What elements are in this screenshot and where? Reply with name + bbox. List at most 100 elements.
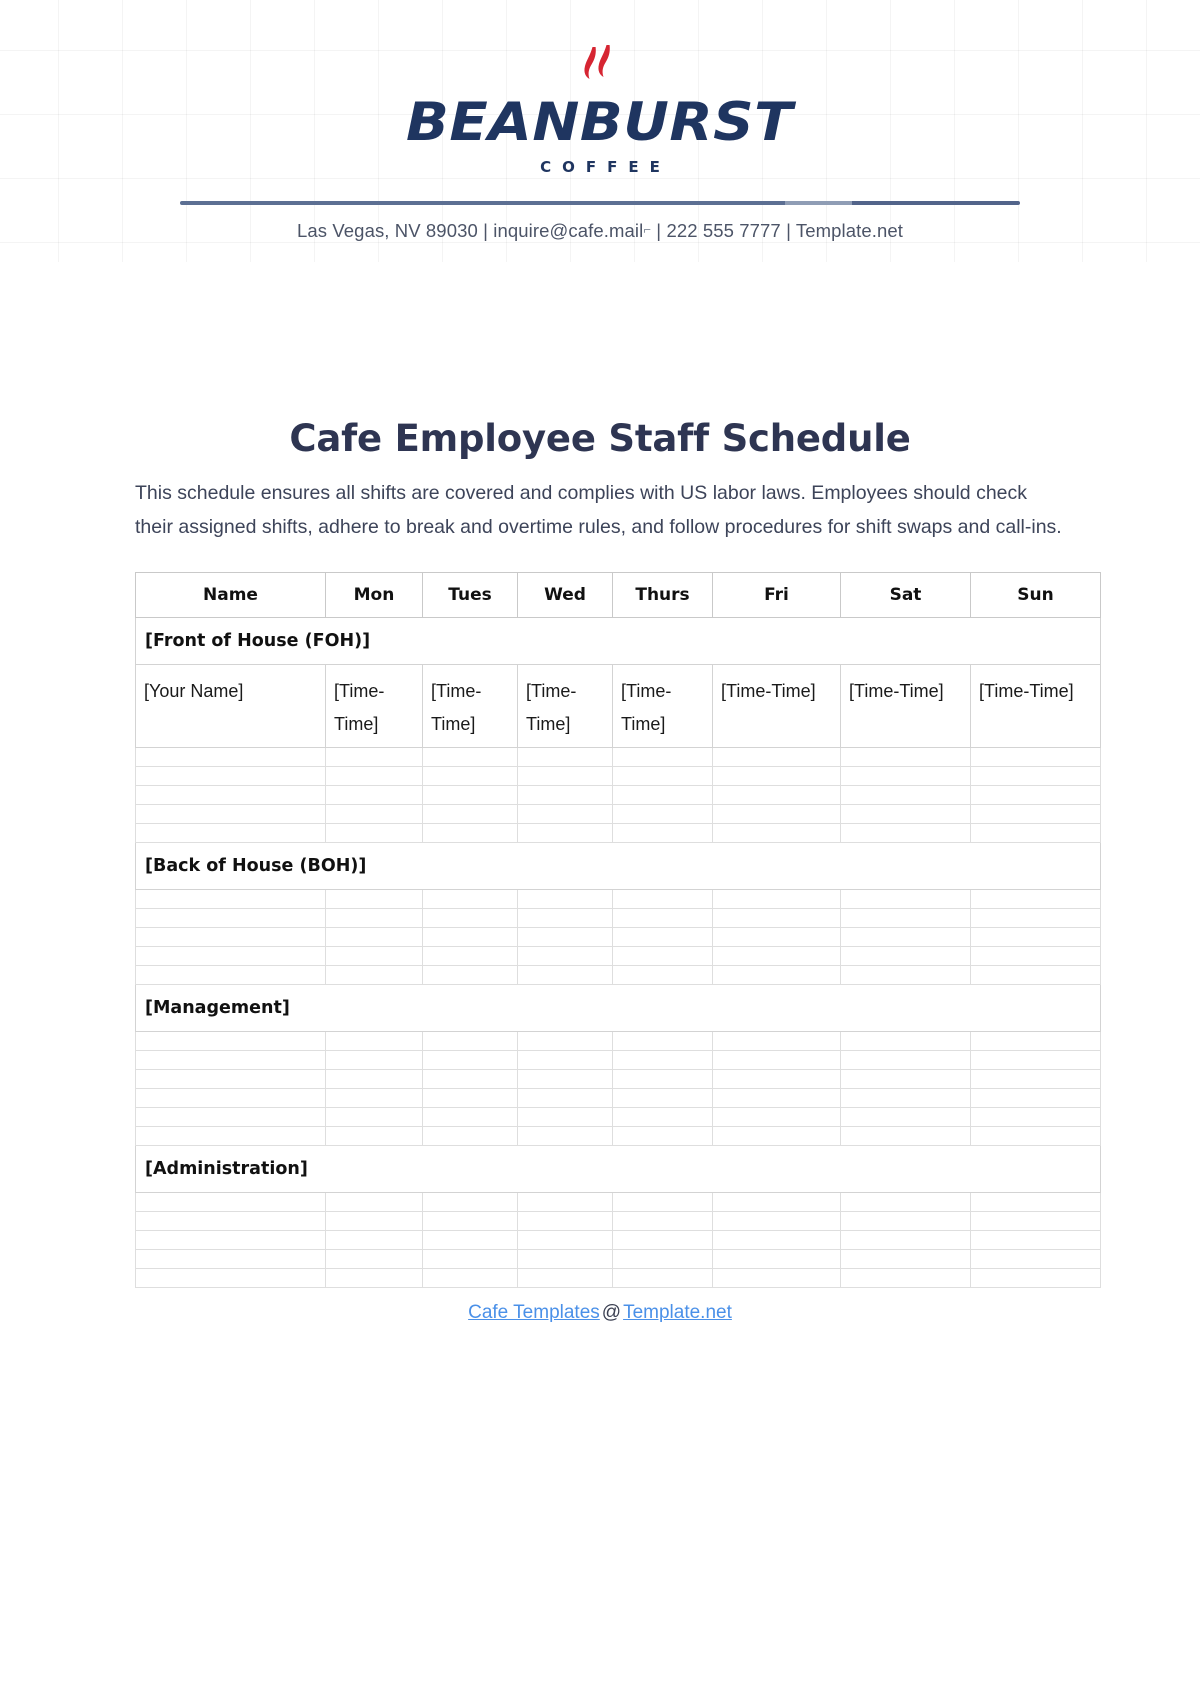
empty-shift-cell[interactable] [840, 908, 971, 929]
empty-table-row[interactable] [135, 1211, 1101, 1232]
empty-shift-cell[interactable] [325, 1031, 423, 1052]
shift-cell[interactable]: [Time-Time] [422, 664, 518, 749]
empty-shift-cell[interactable] [422, 1107, 518, 1128]
empty-shift-cell[interactable] [612, 1107, 713, 1128]
empty-shift-cell[interactable] [422, 965, 518, 986]
empty-shift-cell[interactable] [840, 1088, 971, 1109]
shift-cell[interactable]: [Time-Time] [970, 664, 1101, 749]
empty-shift-cell[interactable] [517, 785, 613, 806]
empty-shift-cell[interactable] [325, 747, 423, 768]
empty-shift-cell[interactable] [712, 889, 841, 910]
empty-shift-cell[interactable] [970, 965, 1101, 986]
empty-shift-cell[interactable] [422, 1126, 518, 1147]
empty-shift-cell[interactable] [970, 1050, 1101, 1071]
empty-shift-cell[interactable] [712, 1050, 841, 1071]
shift-cell[interactable]: [Time-Time] [325, 664, 423, 749]
empty-table-row[interactable] [135, 766, 1101, 787]
empty-shift-cell[interactable] [422, 927, 518, 948]
empty-shift-cell[interactable] [840, 889, 971, 910]
empty-name-cell[interactable] [135, 1107, 326, 1128]
empty-shift-cell[interactable] [422, 785, 518, 806]
empty-shift-cell[interactable] [422, 747, 518, 768]
empty-shift-cell[interactable] [422, 889, 518, 910]
empty-shift-cell[interactable] [517, 1088, 613, 1109]
empty-shift-cell[interactable] [840, 1050, 971, 1071]
empty-table-row[interactable] [135, 946, 1101, 967]
empty-table-row[interactable] [135, 1192, 1101, 1213]
empty-shift-cell[interactable] [970, 1211, 1101, 1232]
empty-shift-cell[interactable] [970, 927, 1101, 948]
empty-shift-cell[interactable] [517, 1107, 613, 1128]
empty-table-row[interactable] [135, 1088, 1101, 1109]
empty-shift-cell[interactable] [325, 1050, 423, 1071]
empty-shift-cell[interactable] [840, 804, 971, 825]
empty-shift-cell[interactable] [325, 1268, 423, 1289]
empty-table-row[interactable] [135, 908, 1101, 929]
empty-shift-cell[interactable] [612, 946, 713, 967]
empty-name-cell[interactable] [135, 1069, 326, 1090]
empty-shift-cell[interactable] [840, 766, 971, 787]
empty-shift-cell[interactable] [712, 766, 841, 787]
empty-shift-cell[interactable] [325, 823, 423, 844]
shift-cell[interactable]: [Time-Time] [712, 664, 841, 749]
empty-shift-cell[interactable] [422, 1031, 518, 1052]
empty-shift-cell[interactable] [712, 1126, 841, 1147]
empty-shift-cell[interactable] [325, 766, 423, 787]
empty-shift-cell[interactable] [712, 1088, 841, 1109]
empty-shift-cell[interactable] [612, 747, 713, 768]
empty-name-cell[interactable] [135, 785, 326, 806]
empty-table-row[interactable] [135, 1249, 1101, 1270]
empty-shift-cell[interactable] [840, 1211, 971, 1232]
empty-shift-cell[interactable] [612, 1088, 713, 1109]
empty-name-cell[interactable] [135, 1249, 326, 1270]
empty-shift-cell[interactable] [517, 965, 613, 986]
employee-name-cell[interactable]: [Your Name] [135, 664, 326, 749]
empty-shift-cell[interactable] [970, 1249, 1101, 1270]
empty-name-cell[interactable] [135, 1088, 326, 1109]
template-net-link[interactable]: Template.net [623, 1302, 732, 1323]
empty-name-cell[interactable] [135, 766, 326, 787]
empty-shift-cell[interactable] [517, 908, 613, 929]
empty-shift-cell[interactable] [840, 1268, 971, 1289]
empty-shift-cell[interactable] [612, 1031, 713, 1052]
empty-shift-cell[interactable] [325, 1249, 423, 1270]
empty-shift-cell[interactable] [612, 1211, 713, 1232]
empty-shift-cell[interactable] [712, 946, 841, 967]
empty-shift-cell[interactable] [840, 747, 971, 768]
empty-shift-cell[interactable] [325, 946, 423, 967]
empty-shift-cell[interactable] [517, 889, 613, 910]
empty-shift-cell[interactable] [422, 804, 518, 825]
empty-shift-cell[interactable] [840, 1192, 971, 1213]
empty-shift-cell[interactable] [325, 1107, 423, 1128]
empty-shift-cell[interactable] [840, 927, 971, 948]
empty-shift-cell[interactable] [612, 1069, 713, 1090]
empty-shift-cell[interactable] [517, 1230, 613, 1251]
empty-name-cell[interactable] [135, 927, 326, 948]
empty-shift-cell[interactable] [325, 1088, 423, 1109]
empty-table-row[interactable] [135, 747, 1101, 768]
empty-table-row[interactable] [135, 785, 1101, 806]
empty-shift-cell[interactable] [422, 766, 518, 787]
empty-shift-cell[interactable] [712, 1192, 841, 1213]
empty-shift-cell[interactable] [612, 785, 713, 806]
empty-shift-cell[interactable] [970, 1088, 1101, 1109]
empty-shift-cell[interactable] [325, 1211, 423, 1232]
empty-shift-cell[interactable] [612, 1268, 713, 1289]
empty-shift-cell[interactable] [325, 927, 423, 948]
empty-name-cell[interactable] [135, 804, 326, 825]
empty-shift-cell[interactable] [970, 1230, 1101, 1251]
empty-name-cell[interactable] [135, 747, 326, 768]
empty-table-row[interactable] [135, 889, 1101, 910]
empty-shift-cell[interactable] [970, 1126, 1101, 1147]
empty-table-row[interactable] [135, 823, 1101, 844]
empty-shift-cell[interactable] [325, 965, 423, 986]
empty-shift-cell[interactable] [612, 1050, 713, 1071]
empty-shift-cell[interactable] [712, 747, 841, 768]
empty-shift-cell[interactable] [517, 1268, 613, 1289]
empty-shift-cell[interactable] [612, 889, 713, 910]
empty-table-row[interactable] [135, 804, 1101, 825]
empty-name-cell[interactable] [135, 1230, 326, 1251]
empty-shift-cell[interactable] [970, 889, 1101, 910]
empty-name-cell[interactable] [135, 908, 326, 929]
empty-shift-cell[interactable] [517, 1050, 613, 1071]
